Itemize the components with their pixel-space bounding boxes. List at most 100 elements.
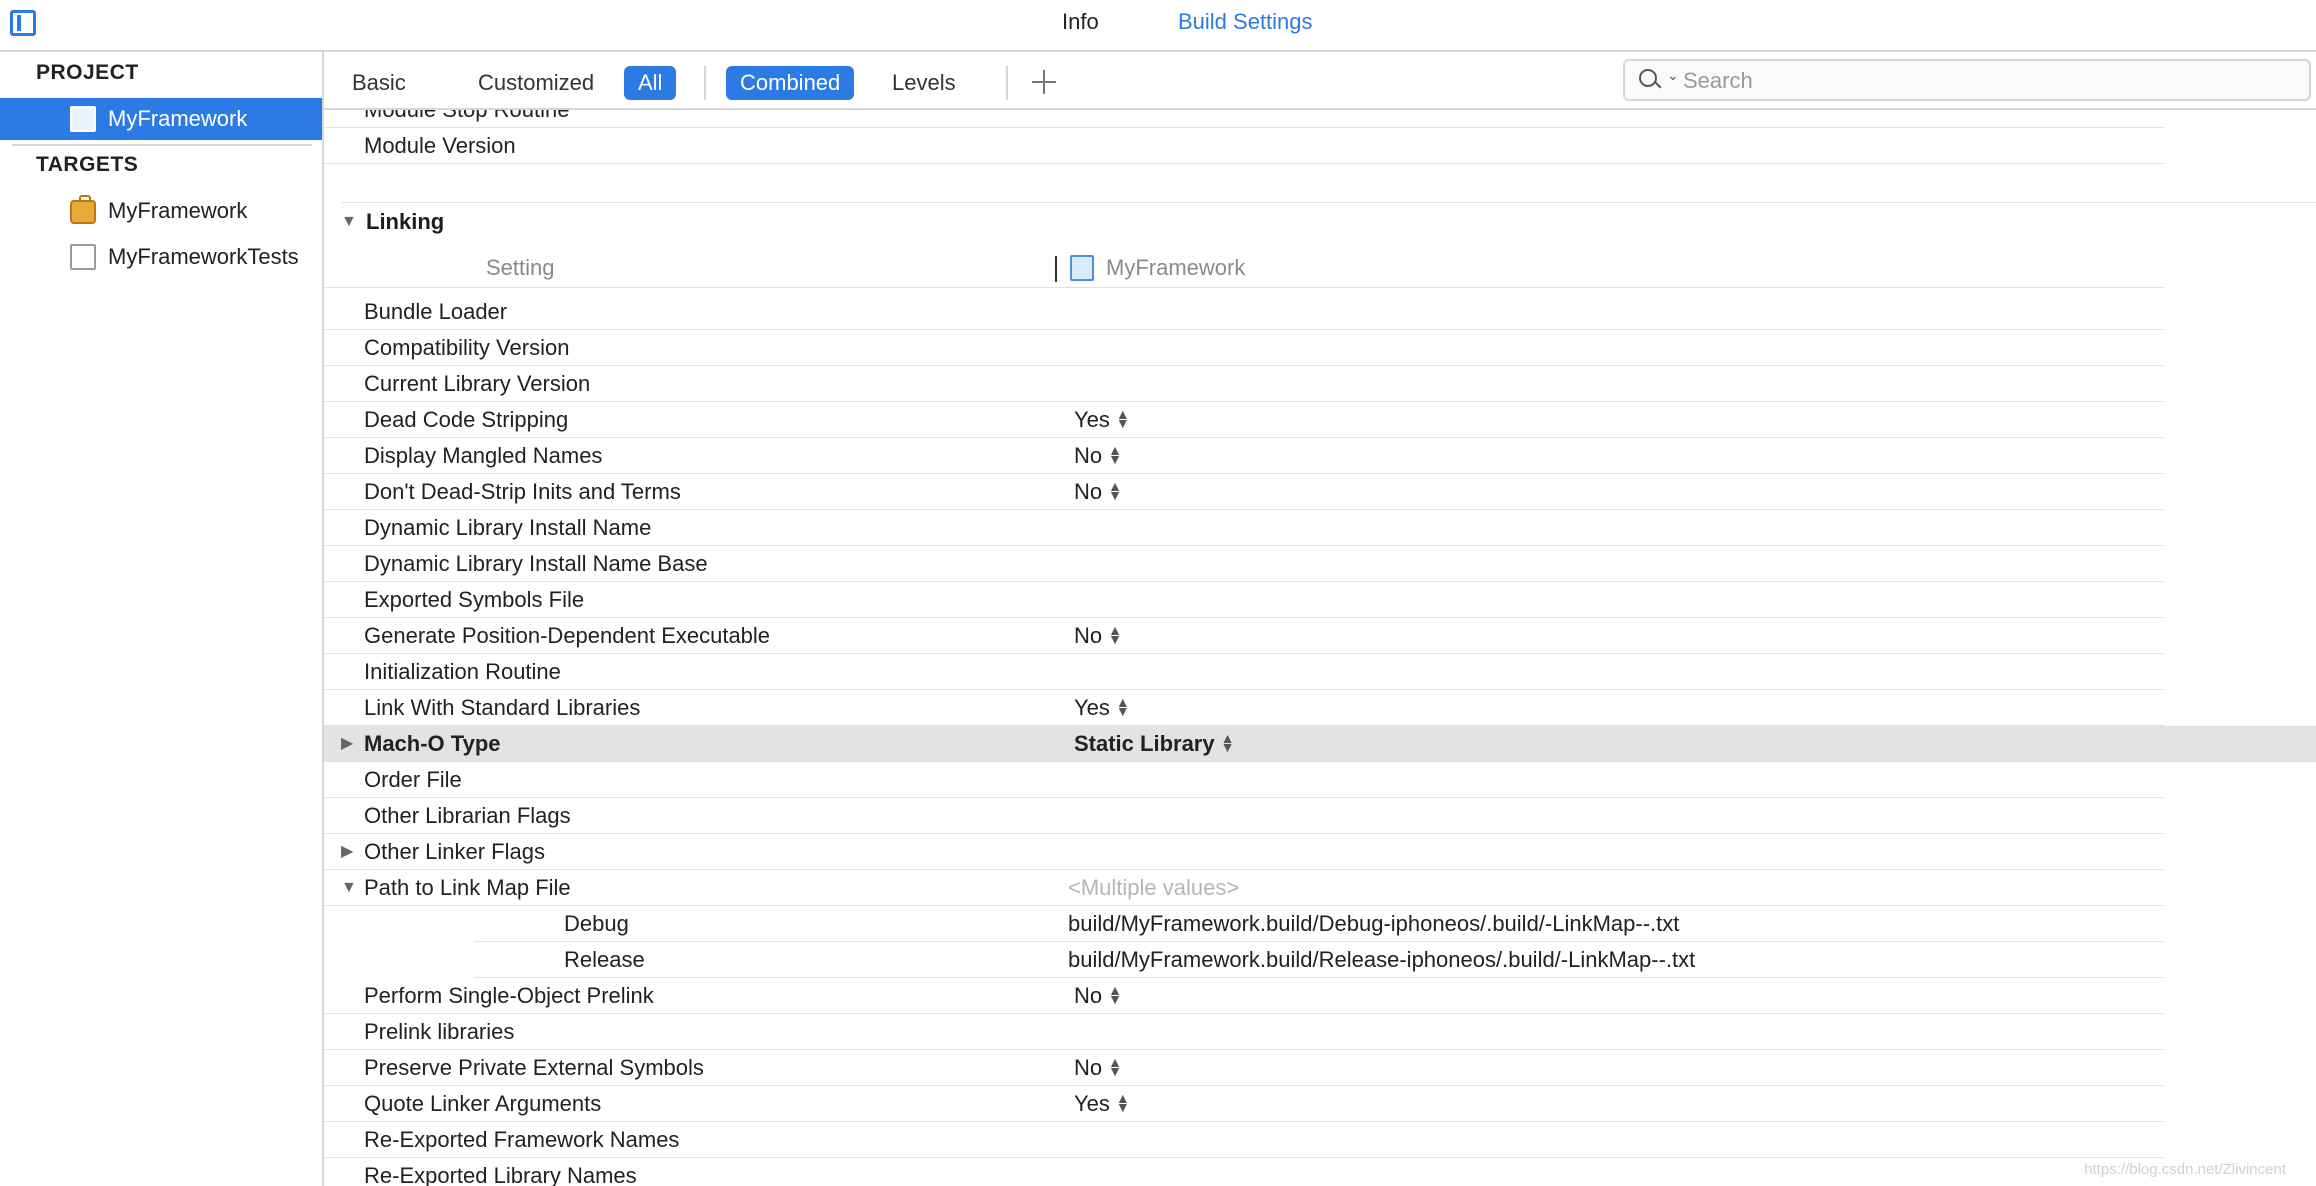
popup-stepper-icon: ▲ ▼: [1108, 1054, 1122, 1080]
setting-value[interactable]: build/MyFramework.build/Release-iphoneos…: [1068, 942, 1695, 978]
setting-value: Yes: [1074, 1091, 1110, 1116]
target-item-myframework[interactable]: MyFramework: [0, 190, 322, 232]
setting-row-selected[interactable]: ▶ Mach-O Type Static Library ▲ ▼: [324, 726, 2316, 762]
disclosure-closed-icon[interactable]: ▶: [341, 834, 353, 870]
setting-value-popup[interactable]: No ▲ ▼: [1074, 438, 1122, 474]
setting-row[interactable]: Re-Exported Framework Names: [324, 1122, 2164, 1158]
add-build-setting-icon[interactable]: [1030, 68, 1058, 96]
search-input[interactable]: [1681, 66, 2285, 96]
setting-row[interactable]: Compatibility Version: [324, 330, 2164, 366]
tab-info[interactable]: Info: [1062, 8, 1099, 36]
project-section-header: PROJECT: [36, 61, 139, 84]
setting-row[interactable]: Perform Single-Object Prelink No ▲ ▼: [324, 978, 2164, 1014]
setting-name: Dynamic Library Install Name: [364, 515, 652, 540]
search-field[interactable]: ⌄: [1623, 59, 2311, 101]
setting-row[interactable]: Display Mangled Names No ▲ ▼: [324, 438, 2164, 474]
setting-name: Mach-O Type: [364, 731, 501, 756]
column-setting-label: Setting: [486, 255, 555, 280]
filter-customized-button[interactable]: Customized: [464, 66, 608, 100]
setting-value: No: [1074, 479, 1103, 504]
setting-name: Preserve Private External Symbols: [364, 1055, 704, 1080]
setting-row[interactable]: Module Stop Routine: [324, 110, 2164, 128]
setting-name: Dynamic Library Install Name Base: [364, 551, 708, 576]
setting-name: Exported Symbols File: [364, 587, 585, 612]
setting-value-popup[interactable]: No ▲ ▼: [1074, 1050, 1122, 1086]
setting-row[interactable]: Other Librarian Flags: [324, 798, 2164, 834]
disclosure-open-icon[interactable]: ▼: [341, 870, 357, 906]
filter-all-button[interactable]: All: [624, 66, 677, 100]
setting-value-popup[interactable]: No ▲ ▼: [1074, 978, 1122, 1014]
setting-value-popup[interactable]: Yes ▲ ▼: [1074, 1086, 1130, 1122]
setting-row[interactable]: Quote Linker Arguments Yes ▲ ▼: [324, 1086, 2164, 1122]
test-bundle-icon: [70, 244, 96, 270]
setting-name: Re-Exported Library Names: [364, 1163, 637, 1186]
setting-row[interactable]: ▶ Other Linker Flags: [324, 834, 2164, 870]
popup-stepper-icon: ▲ ▼: [1108, 478, 1122, 504]
setting-value-popup[interactable]: No ▲ ▼: [1074, 474, 1122, 510]
setting-row[interactable]: Generate Position-Dependent Executable N…: [324, 618, 2164, 654]
setting-value-popup[interactable]: No ▲ ▼: [1074, 618, 1122, 654]
setting-value[interactable]: build/MyFramework.build/Debug-iphoneos/.…: [1068, 906, 1679, 942]
section-divider: [342, 202, 2316, 203]
search-options-chevron-icon[interactable]: ⌄: [1667, 67, 1679, 84]
setting-value: Yes: [1074, 407, 1110, 432]
setting-subrow-debug[interactable]: Debug build/MyFramework.build/Debug-ipho…: [474, 906, 2164, 942]
column-resize-handle[interactable]: [1055, 256, 1057, 282]
project-item-label: MyFramework: [108, 106, 248, 131]
setting-row[interactable]: Bundle Loader: [324, 294, 2164, 330]
setting-row[interactable]: Link With Standard Libraries Yes ▲ ▼: [324, 690, 2164, 726]
setting-name: Quote Linker Arguments: [364, 1091, 602, 1116]
setting-value-popup[interactable]: Yes ▲ ▼: [1074, 402, 1130, 438]
setting-value-multiple[interactable]: <Multiple values>: [1068, 870, 1239, 906]
setting-row[interactable]: Dead Code Stripping Yes ▲ ▼: [324, 402, 2164, 438]
setting-row[interactable]: Prelink libraries: [324, 1014, 2164, 1050]
disclosure-closed-icon[interactable]: ▶: [341, 726, 353, 762]
setting-name: Other Librarian Flags: [364, 803, 571, 828]
column-target-label: MyFramework: [1106, 255, 1246, 280]
filter-divider: [704, 66, 706, 100]
target-item-myframeworktests[interactable]: MyFrameworkTests: [0, 236, 322, 278]
setting-row[interactable]: Current Library Version: [324, 366, 2164, 402]
project-navigator: PROJECT MyFramework TARGETS MyFramework …: [0, 52, 324, 1186]
filter-levels-button[interactable]: Levels: [878, 66, 970, 100]
setting-row[interactable]: Don't Dead-Strip Inits and Terms No ▲ ▼: [324, 474, 2164, 510]
setting-name: Other Linker Flags: [364, 839, 545, 864]
editor-tab-bar: Info Build Settings: [0, 0, 2316, 52]
setting-value: No: [1074, 443, 1103, 468]
filter-basic-button[interactable]: Basic: [338, 66, 420, 100]
disclosure-open-icon[interactable]: ▼: [341, 204, 357, 240]
setting-row[interactable]: Module Version: [324, 128, 2164, 164]
section-title: Linking: [366, 209, 445, 234]
setting-name: Don't Dead-Strip Inits and Terms: [364, 479, 681, 504]
setting-subrow-release[interactable]: Release build/MyFramework.build/Release-…: [474, 942, 2164, 978]
filter-combined-button[interactable]: Combined: [726, 66, 855, 100]
linking-section-header[interactable]: ▼ Linking: [324, 204, 2316, 240]
popup-stepper-icon: ▲ ▼: [1220, 730, 1235, 756]
setting-name: Path to Link Map File: [364, 875, 571, 900]
setting-row[interactable]: Order File: [324, 762, 2164, 798]
setting-value: No: [1074, 1055, 1103, 1080]
project-file-icon: [70, 106, 96, 132]
tab-build-settings[interactable]: Build Settings: [1178, 8, 1313, 36]
setting-row[interactable]: Dynamic Library Install Name Base: [324, 546, 2164, 582]
popup-stepper-icon: ▲ ▼: [1108, 442, 1122, 468]
setting-value-popup[interactable]: Yes ▲ ▼: [1074, 690, 1130, 726]
sidebar-toggle-icon[interactable]: [10, 10, 36, 36]
setting-row[interactable]: Dynamic Library Install Name: [324, 510, 2164, 546]
configuration-name: Debug: [564, 911, 629, 936]
setting-value-popup[interactable]: Static Library ▲ ▼: [1074, 726, 1234, 762]
watermark-text: https://blog.csdn.net/Zlivincent: [2084, 1161, 2286, 1178]
navigator-divider: [12, 144, 312, 146]
framework-toolbox-icon: [70, 195, 96, 224]
target-item-label: MyFramework: [108, 198, 248, 223]
setting-row[interactable]: Preserve Private External Symbols No ▲ ▼: [324, 1050, 2164, 1086]
setting-row[interactable]: Initialization Routine: [324, 654, 2164, 690]
project-item-myframework[interactable]: MyFramework: [0, 98, 322, 140]
setting-name: Compatibility Version: [364, 335, 570, 360]
build-settings-table: Module Stop Routine Module Version ▼ Lin…: [324, 110, 2316, 1186]
setting-name: Order File: [364, 767, 462, 792]
setting-row[interactable]: Exported Symbols File: [324, 582, 2164, 618]
setting-row[interactable]: ▼ Path to Link Map File <Multiple values…: [324, 870, 2164, 906]
setting-name: Re-Exported Framework Names: [364, 1127, 680, 1152]
setting-row[interactable]: Re-Exported Library Names: [324, 1158, 2164, 1186]
